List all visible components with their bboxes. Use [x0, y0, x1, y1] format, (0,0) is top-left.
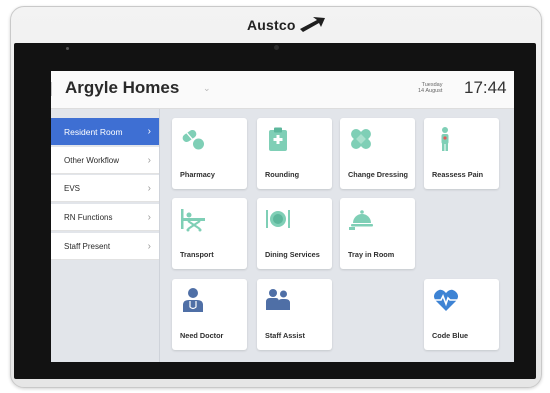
sidebar-item-evs[interactable]: EVS › — [51, 175, 159, 202]
tile-label: Tray in Room — [348, 250, 395, 259]
staff-icon — [266, 289, 290, 310]
app-screen: Argyle Homes ⌄ Tuesday 14 August 17:44 R… — [51, 71, 514, 362]
tile-rounding[interactable]: Rounding — [257, 118, 332, 189]
sidebar-item-label: Other Workflow — [64, 155, 119, 165]
sidebar-item-label: EVS — [64, 183, 81, 193]
sensor-dot — [66, 47, 69, 50]
tile-label: Dining Services — [265, 250, 320, 259]
clock: 17:44 — [464, 78, 507, 97]
bandage-icon — [351, 129, 371, 149]
tile-change-dressing[interactable]: Change Dressing — [340, 118, 415, 189]
heartbeat-icon — [434, 289, 458, 311]
tile-label: Transport — [180, 250, 214, 259]
tile-reassess-pain[interactable]: Reassess Pain — [424, 118, 499, 189]
sidebar-item-label: Resident Room — [64, 126, 123, 137]
tile-tray-in-room[interactable]: Tray in Room — [340, 198, 415, 269]
menu-icon[interactable] — [51, 82, 55, 96]
tile-dining-services[interactable]: Dining Services — [257, 198, 332, 269]
tile-label: Reassess Pain — [432, 170, 484, 179]
tile-need-doctor[interactable]: Need Doctor — [172, 279, 247, 350]
chevron-right-icon: › — [147, 240, 151, 252]
date-text: 14 August — [418, 88, 443, 94]
tile-code-blue[interactable]: Code Blue — [424, 279, 499, 350]
tile-pharmacy[interactable]: Pharmacy — [172, 118, 247, 189]
sidebar-item-label: RN Functions — [64, 212, 113, 222]
stretcher-icon — [181, 209, 205, 232]
tile-label: Staff Assist — [265, 331, 305, 340]
brand-name: Austco — [247, 17, 296, 33]
tile-staff-assist[interactable]: Staff Assist — [257, 279, 332, 350]
sidebar-divider — [159, 109, 160, 362]
logo-swoosh-icon — [299, 17, 325, 32]
tile-label: Pharmacy — [180, 170, 215, 179]
sidebar-item-other-workflow[interactable]: Other Workflow › — [51, 147, 159, 174]
brand-logo: Austco — [247, 15, 325, 35]
chevron-right-icon: › — [147, 211, 151, 223]
tile-label: Change Dressing — [348, 170, 409, 179]
person-pain-icon — [441, 127, 449, 151]
sidebar-item-label: Staff Present — [64, 241, 111, 251]
sidebar-item-staff-present[interactable]: Staff Present › — [51, 233, 159, 260]
pills-icon — [182, 129, 204, 150]
sidebar-item-resident-room[interactable]: Resident Room › — [51, 118, 159, 145]
chevron-down-icon[interactable]: ⌄ — [203, 83, 211, 94]
tile-transport[interactable]: Transport — [172, 198, 247, 269]
plate-cutlery-icon — [266, 210, 290, 228]
tile-label: Rounding — [265, 170, 300, 179]
top-bar: Argyle Homes ⌄ Tuesday 14 August 17:44 — [51, 71, 514, 109]
sidebar-item-rn-functions[interactable]: RN Functions › — [51, 204, 159, 231]
chevron-right-icon: › — [147, 182, 151, 194]
chevron-right-icon: › — [147, 154, 151, 166]
date-display: Tuesday 14 August — [418, 82, 442, 94]
sidebar: Resident Room › Other Workflow › EVS › R… — [51, 109, 160, 362]
camera-dot — [274, 45, 279, 50]
doctor-icon — [183, 288, 203, 312]
page-title: Argyle Homes — [65, 78, 180, 97]
cloche-icon — [349, 210, 373, 230]
tile-label: Code Blue — [432, 331, 469, 340]
chevron-right-icon: › — [147, 126, 151, 137]
tile-label: Need Doctor — [180, 331, 224, 340]
clipboard-icon — [269, 127, 287, 151]
